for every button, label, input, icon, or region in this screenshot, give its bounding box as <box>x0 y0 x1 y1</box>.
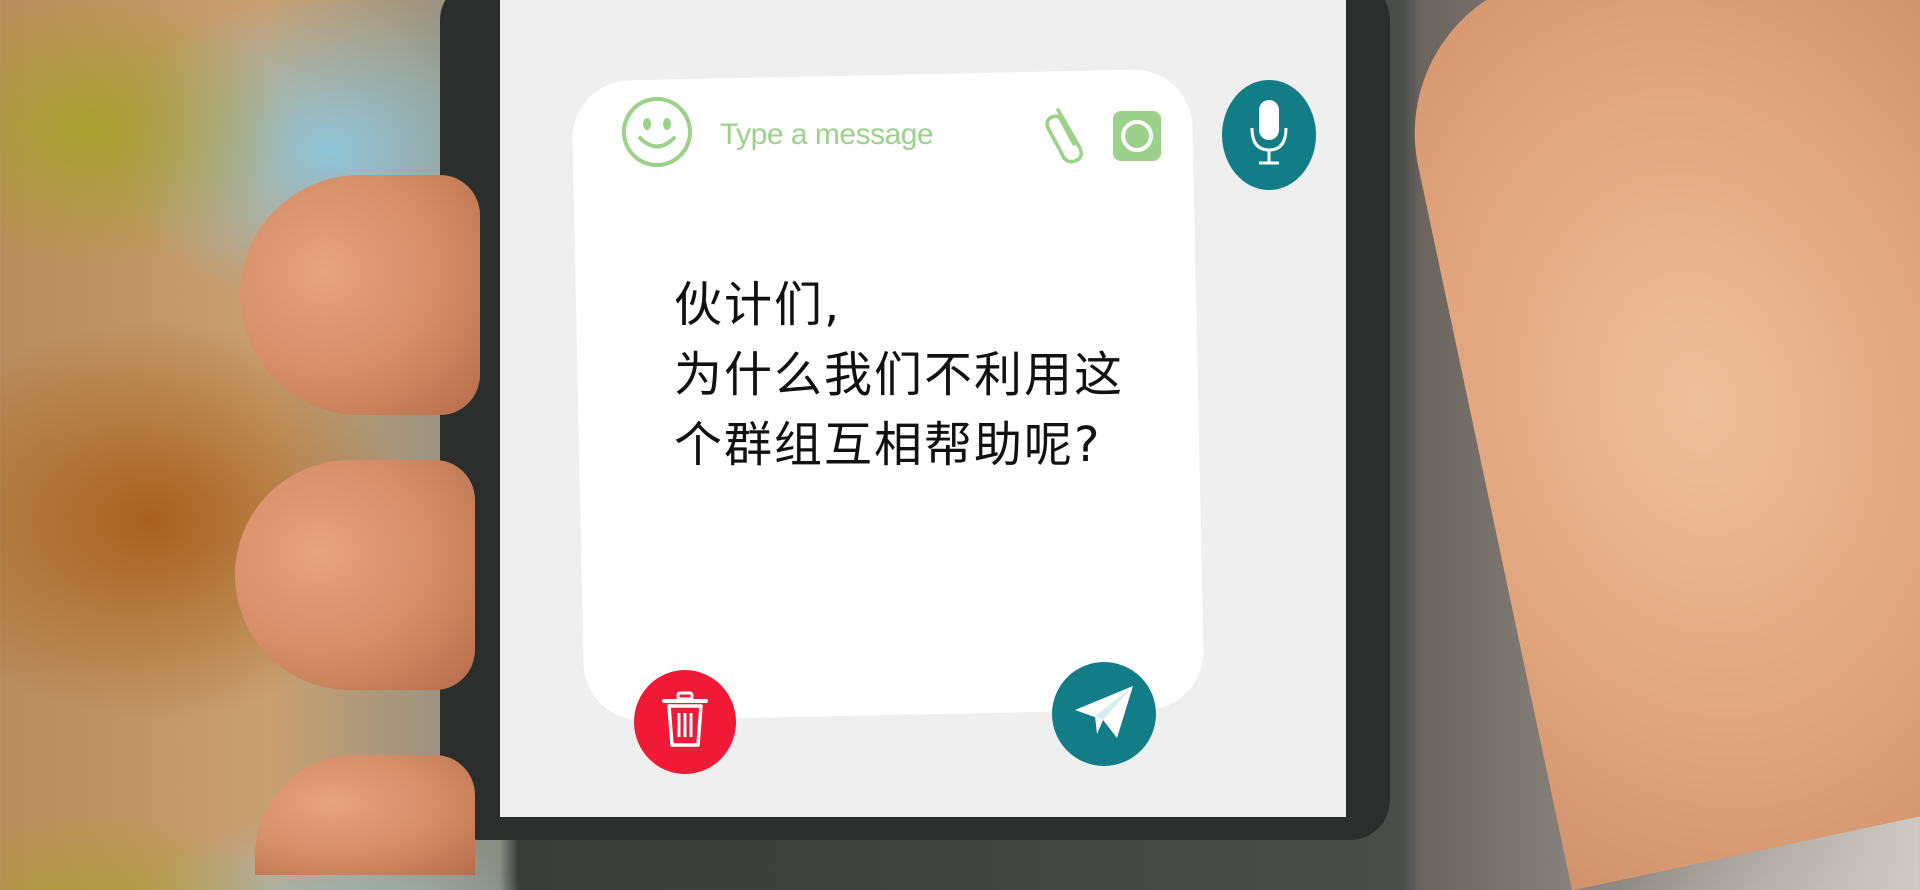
message-input[interactable]: Type a message <box>720 118 934 152</box>
right-thumb <box>1385 0 1920 890</box>
left-finger-top <box>240 175 480 415</box>
paperclip-icon[interactable] <box>1044 104 1090 166</box>
message-text: 伙计们, 为什么我们不利用这 个群组互相帮助呢? <box>674 270 1194 480</box>
trash-icon <box>660 691 710 753</box>
left-finger-middle <box>235 460 475 690</box>
camera-icon[interactable] <box>1112 110 1162 162</box>
message-line: 伙计们, <box>674 277 842 333</box>
send-button[interactable] <box>1052 662 1156 766</box>
delete-button[interactable] <box>634 670 736 774</box>
microphone-button[interactable] <box>1222 80 1316 190</box>
message-line: 为什么我们不利用这 <box>674 347 1125 403</box>
message-line: 个群组互相帮助呢? <box>674 417 1102 473</box>
paper-plane-icon <box>1073 684 1135 744</box>
microphone-icon <box>1247 98 1291 172</box>
left-finger-bottom <box>255 755 475 875</box>
smiley-icon[interactable] <box>620 95 694 169</box>
